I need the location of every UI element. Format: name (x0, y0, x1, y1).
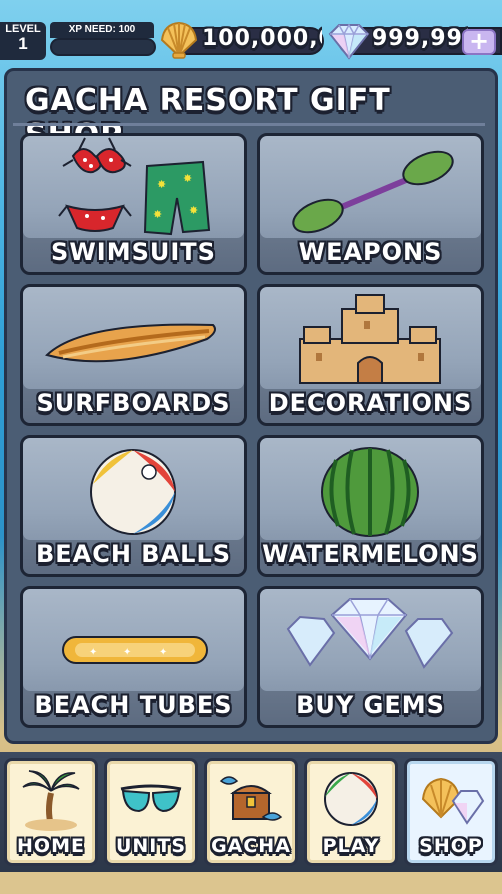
nav-sand-strip (0, 872, 502, 894)
seashell-icon (160, 21, 198, 59)
xp-progress-bar (50, 38, 156, 56)
svg-text:✸: ✸ (153, 208, 162, 221)
nav-label: GACHA (211, 835, 291, 857)
svg-text:✦: ✦ (159, 647, 167, 658)
add-gems-button[interactable]: + (462, 29, 496, 55)
tile-label: BEACH BALLS (35, 540, 232, 568)
treasure-chest-icon (219, 776, 283, 821)
tile-label: WATERMELONS (262, 540, 479, 568)
top-bar: LEVEL 1 XP NEED: 100 100,000,0 999,999 + (0, 0, 502, 62)
nav-gacha-button[interactable]: GACHA (204, 758, 298, 866)
shop-tile-buy-gems[interactable]: BUY GEMS (257, 586, 484, 728)
svg-text:✸: ✸ (189, 204, 198, 217)
xp-need-label: XP NEED: 100 (50, 22, 154, 38)
shop-tile-weapons[interactable]: WEAPONS (257, 133, 484, 275)
sandcastle-icon (299, 294, 441, 384)
nav-label: HOME (17, 835, 85, 857)
tile-label: DECORATIONS (268, 389, 473, 417)
surfboard-icon (45, 323, 216, 363)
nav-home-button[interactable]: HOME (4, 758, 98, 866)
nav-units-button[interactable]: UNITS (104, 758, 198, 866)
gem-currency-value: 999,999 (372, 26, 468, 51)
beach-ball-icon (324, 772, 378, 826)
shell-currency-value: 100,000,0 (202, 26, 322, 51)
pool-noodle-icon (292, 150, 454, 234)
shop-tile-watermelons[interactable]: WATERMELONS (257, 435, 484, 577)
beach-ball-icon (90, 449, 176, 535)
nav-shop-button[interactable]: SHOP (404, 758, 498, 866)
shop-tile-surfboards[interactable]: SURFBOARDS (20, 284, 247, 426)
bottom-navigation: HOME UNITS GACHA PLAY SHOP (0, 752, 502, 894)
tile-label: BEACH TUBES (34, 691, 233, 719)
svg-text:✸: ✸ (183, 172, 192, 185)
gift-shop-panel: GACHA RESORT GIFT SHOP ✸✸ ✸✸ SWIMSUITS W… (4, 68, 498, 744)
nav-label: SHOP (419, 835, 483, 857)
shop-tile-beach-balls[interactable]: BEACH BALLS (20, 435, 247, 577)
sunglasses-icon (120, 784, 182, 813)
shell-gem-icon (421, 777, 485, 825)
level-value: 1 (18, 34, 28, 53)
palm-tree-icon (22, 770, 80, 831)
tile-label: BUY GEMS (296, 691, 445, 719)
title-divider (13, 123, 485, 126)
watermelon-icon (321, 447, 419, 537)
swimsuit-icon: ✸ ✸ ✸ ✸ (58, 137, 211, 236)
shop-tile-swimsuits[interactable]: ✸ ✸ ✸ ✸ SWIMSUITS (20, 133, 247, 275)
nav-label: PLAY (322, 835, 380, 857)
gems-icon (286, 598, 454, 669)
beach-tube-icon: ✦ ✦ ✦ (62, 636, 208, 664)
nav-play-button[interactable]: PLAY (304, 758, 398, 866)
tile-label: WEAPONS (298, 238, 443, 266)
nav-label: UNITS (115, 835, 187, 857)
diamond-icon (328, 23, 370, 60)
level-badge: LEVEL 1 (0, 22, 46, 60)
shop-tile-beach-tubes[interactable]: ✦ ✦ ✦ BEACH TUBES (20, 586, 247, 728)
svg-text:✦: ✦ (89, 647, 97, 658)
shop-tile-decorations[interactable]: DECORATIONS (257, 284, 484, 426)
svg-text:✸: ✸ (157, 178, 166, 191)
svg-text:✦: ✦ (123, 647, 131, 658)
tile-label: SWIMSUITS (51, 238, 216, 266)
tile-label: SURFBOARDS (36, 389, 231, 417)
